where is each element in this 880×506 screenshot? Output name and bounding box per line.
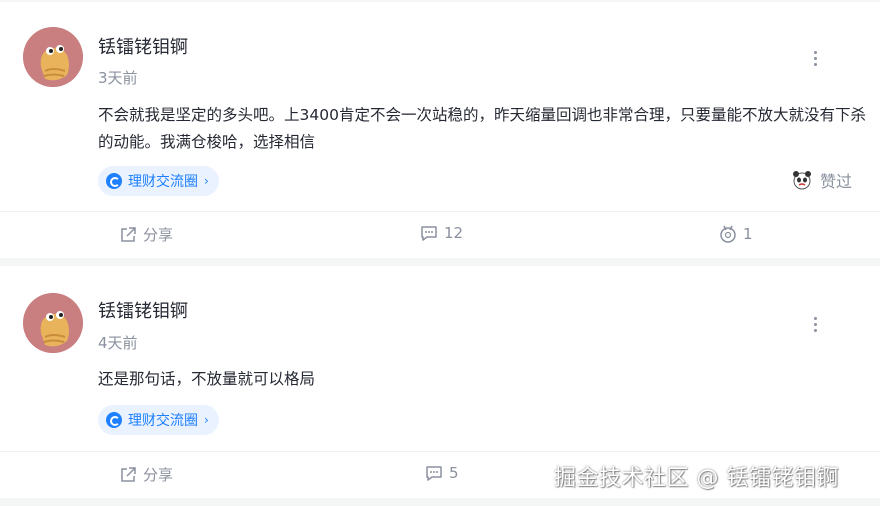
post-content: 不会就我是坚定的多头吧。上3400肯定不会一次站稳的，昨天缩量回调也非常合理，只… xyxy=(98,106,866,151)
chevron-right-icon: › xyxy=(204,413,209,427)
share-button[interactable]: 分享 xyxy=(119,464,173,485)
reaction-summary[interactable]: 赞过 xyxy=(792,168,852,192)
divider xyxy=(0,451,880,452)
post-time: 3天前 xyxy=(98,69,138,87)
share-button[interactable]: 分享 xyxy=(119,224,173,245)
comment-button[interactable]: 12 xyxy=(420,224,463,242)
avatar-image xyxy=(23,27,83,87)
reaction-label: 赞过 xyxy=(820,172,853,191)
share-icon xyxy=(121,466,136,482)
like-icon xyxy=(720,225,736,243)
like-count: 1 xyxy=(743,225,753,243)
circle-tag-label: 理财交流圈 xyxy=(128,413,198,429)
watermark: 掘金技术社区 @ 铥镭铑钼锕 xyxy=(554,466,839,491)
post-card: 铥镭铑钼锕 3天前 不会就我是坚定的多头吧。上3400肯定不会一次站稳的，昨天缩… xyxy=(0,2,880,258)
avatar[interactable] xyxy=(23,27,83,87)
more-icon[interactable] xyxy=(805,48,825,70)
username[interactable]: 铥镭铑钼锕 xyxy=(98,33,188,59)
comment-icon xyxy=(421,226,437,241)
comment-button[interactable]: 5 xyxy=(425,464,459,482)
comment-count: 5 xyxy=(449,464,459,482)
more-icon[interactable] xyxy=(805,314,825,336)
share-label: 分享 xyxy=(143,226,174,244)
circle-tag-icon xyxy=(106,412,122,428)
circle-tag[interactable]: 理财交流圈 › xyxy=(98,405,219,435)
avatar-image xyxy=(23,293,83,353)
like-button[interactable]: 1 xyxy=(719,224,753,244)
circle-tag-icon xyxy=(106,173,122,189)
divider xyxy=(0,211,880,212)
chevron-right-icon: › xyxy=(204,174,209,188)
username[interactable]: 铥镭铑钼锕 xyxy=(98,297,188,323)
panda-emoji-icon xyxy=(793,171,811,190)
circle-tag[interactable]: 理财交流圈 › xyxy=(98,166,219,196)
share-icon xyxy=(121,226,136,242)
comment-count: 12 xyxy=(444,224,464,242)
post-content: 还是那句话，不放量就可以格局 xyxy=(98,370,316,388)
post-time: 4天前 xyxy=(98,334,138,352)
share-label: 分享 xyxy=(143,466,174,484)
comment-icon xyxy=(426,466,442,481)
avatar[interactable] xyxy=(23,293,83,353)
circle-tag-label: 理财交流圈 xyxy=(128,174,198,190)
